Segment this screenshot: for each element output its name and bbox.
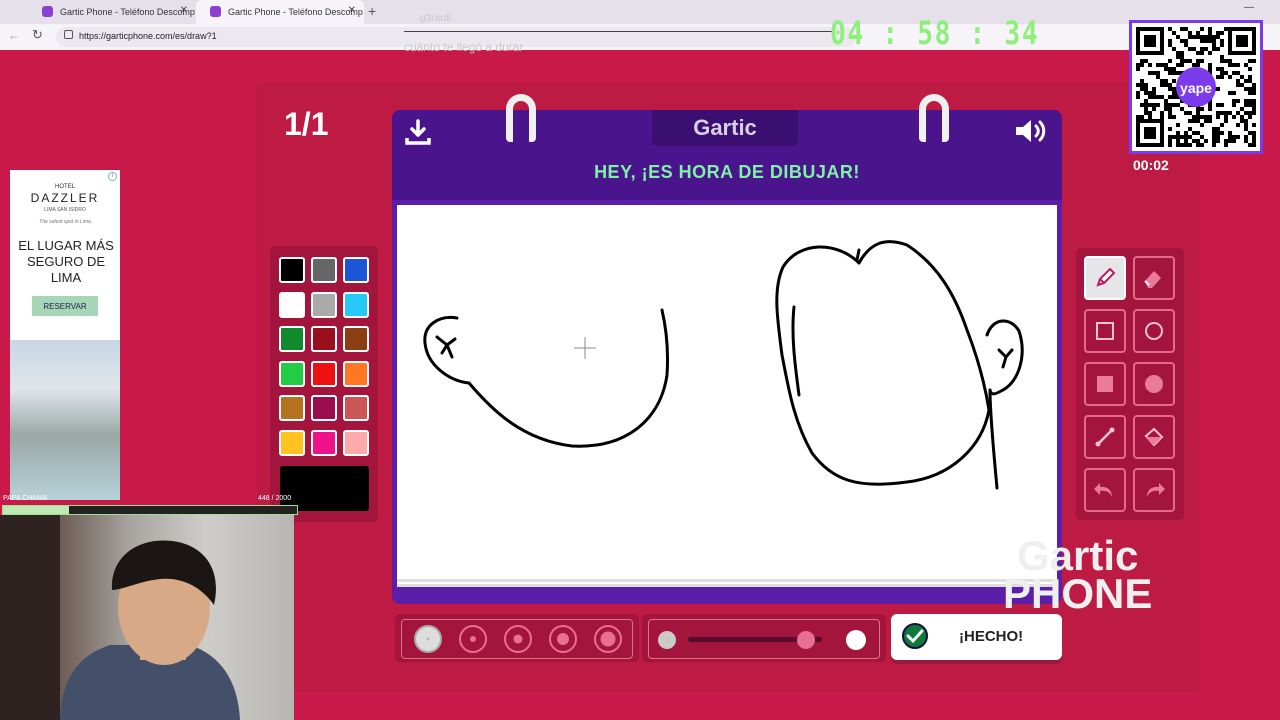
- ad-sub: LIMA SAN ISIDRO: [44, 207, 86, 213]
- ad-brand: DAZZLER: [30, 191, 100, 205]
- reload-icon[interactable]: ↻: [32, 27, 43, 43]
- page-title: HEY, ¡ES HORA DE DIBUJAR!: [594, 162, 860, 182]
- color-swatch[interactable]: [279, 326, 305, 352]
- color-swatch[interactable]: [343, 429, 369, 456]
- check-icon: [902, 623, 928, 649]
- color-swatch[interactable]: [279, 291, 305, 318]
- brush-size-option[interactable]: [594, 625, 622, 653]
- drawing-strokes: [423, 240, 1024, 490]
- color-swatch[interactable]: [311, 360, 337, 387]
- browser-tab-2[interactable]: Gartic Phone - Teléfono Descomp ✕: [196, 0, 364, 24]
- color-swatch[interactable]: [311, 291, 337, 318]
- color-swatch[interactable]: [279, 429, 305, 456]
- overlay-caption: cuánto te llegó a durar: [404, 40, 524, 54]
- undo-icon: [1094, 483, 1112, 497]
- brush-size-option[interactable]: [504, 625, 532, 653]
- gartic-favicon-icon: [42, 6, 53, 17]
- streamer-silhouette: [0, 515, 240, 720]
- yape-logo-text: yape: [1180, 80, 1212, 96]
- eraser-icon: [1144, 271, 1161, 288]
- color-swatch[interactable]: [343, 395, 369, 421]
- done-label[interactable]: ¡HECHO!: [959, 628, 1023, 645]
- binder-ring: [919, 94, 949, 142]
- qr-code-image: yape: [1132, 23, 1260, 151]
- brush-size-option[interactable]: [549, 625, 577, 653]
- brush-size-option[interactable]: [414, 625, 442, 653]
- eraser-tool-button[interactable]: [1133, 256, 1175, 300]
- pencil-tool-button[interactable]: [1084, 256, 1126, 300]
- line-icon: [1095, 427, 1115, 447]
- ad-hotel-label: HOTEL: [54, 184, 75, 190]
- binder-ring: [506, 94, 536, 142]
- filled-rectangle-icon: [1097, 376, 1113, 392]
- rectangle-icon: [1096, 322, 1114, 340]
- stream-timer: 04 : 58 : 34: [830, 14, 1040, 52]
- round-counter: 1/1: [284, 106, 329, 142]
- color-swatch[interactable]: [343, 326, 369, 352]
- line-tool-button[interactable]: [1084, 415, 1126, 459]
- progress-bar-fill: [3, 506, 69, 514]
- qr-code: yape: [1129, 20, 1263, 154]
- minimize-icon[interactable]: —: [1244, 2, 1254, 13]
- ad-headline: EL LUGAR MÁS SEGURO DE LIMA: [18, 238, 114, 285]
- overlay-line: [404, 31, 834, 32]
- color-swatch[interactable]: [343, 360, 369, 387]
- brush-size-option[interactable]: [459, 625, 487, 653]
- filled-ellipse-tool-button[interactable]: [1133, 362, 1175, 406]
- drawing-canvas[interactable]: Gartic PHONE: [397, 205, 1152, 615]
- overlay-username: g3rardl: [420, 13, 452, 24]
- filled-rectangle-tool-button[interactable]: [1084, 362, 1126, 406]
- webcam-feed: [0, 515, 294, 720]
- ellipse-tool-button[interactable]: [1133, 309, 1175, 353]
- tab-title: Gartic Phone - Teléfono Descomp: [60, 7, 195, 17]
- undo-tool-button[interactable]: [1084, 468, 1126, 512]
- color-swatch[interactable]: [311, 395, 337, 421]
- tab-bar: Gartic Phone - Teléfono Descomp ✕ Gartic…: [0, 0, 1280, 24]
- close-tab-icon[interactable]: ✕: [180, 5, 188, 16]
- filled-ellipse-icon: [1145, 375, 1163, 393]
- color-swatch[interactable]: [279, 360, 305, 387]
- close-tab-icon[interactable]: ✕: [348, 5, 356, 16]
- ad-reserve-button[interactable]: RESERVAR: [32, 296, 98, 316]
- webcam-count: 448 / 2000: [258, 495, 292, 502]
- rectangle-tool-button[interactable]: [1084, 309, 1126, 353]
- opacity-slider-thumb[interactable]: [796, 631, 815, 649]
- pencil-icon: [1096, 267, 1116, 287]
- tab-title: Gartic Phone - Teléfono Descomp: [228, 7, 363, 17]
- color-swatch[interactable]: [343, 257, 369, 283]
- color-swatch[interactable]: [279, 257, 305, 283]
- webcam-name: PAPA CHAMA: [3, 495, 48, 502]
- opacity-max-dot[interactable]: [846, 630, 866, 650]
- qr-countdown: 00:02: [1133, 157, 1169, 173]
- back-icon[interactable]: ←: [8, 28, 20, 42]
- ad-banner[interactable]: i HOTEL DAZZLER LIMA SAN ISIDRO The safe…: [10, 170, 120, 500]
- bucket-icon: [1144, 427, 1164, 447]
- ad-image: [10, 340, 120, 500]
- color-swatch[interactable]: [311, 257, 337, 283]
- color-swatch[interactable]: [311, 326, 337, 352]
- redo-icon: [1147, 483, 1165, 497]
- gartic-favicon-icon: [210, 6, 221, 17]
- gartic-logo: Gartic: [652, 110, 798, 146]
- browser-tab-1[interactable]: Gartic Phone - Teléfono Descomp ✕: [28, 0, 196, 24]
- new-tab-icon[interactable]: +: [368, 3, 376, 19]
- volume-icon[interactable]: [1014, 117, 1050, 145]
- color-swatch[interactable]: [279, 395, 305, 421]
- site-info-icon[interactable]: [64, 30, 73, 39]
- color-swatch[interactable]: [343, 291, 369, 318]
- color-swatch[interactable]: [311, 429, 337, 456]
- redo-tool-button[interactable]: [1133, 468, 1175, 512]
- ad-tagline: The safest spot in Lima: [39, 219, 91, 225]
- opacity-min-dot[interactable]: [658, 631, 676, 649]
- download-icon[interactable]: [404, 118, 432, 146]
- bucket-tool-button[interactable]: [1133, 415, 1175, 459]
- ellipse-icon: [1145, 322, 1163, 340]
- ad-info-icon[interactable]: i: [108, 172, 117, 181]
- url-text[interactable]: https://garticphone.com/es/draw?1: [79, 31, 217, 41]
